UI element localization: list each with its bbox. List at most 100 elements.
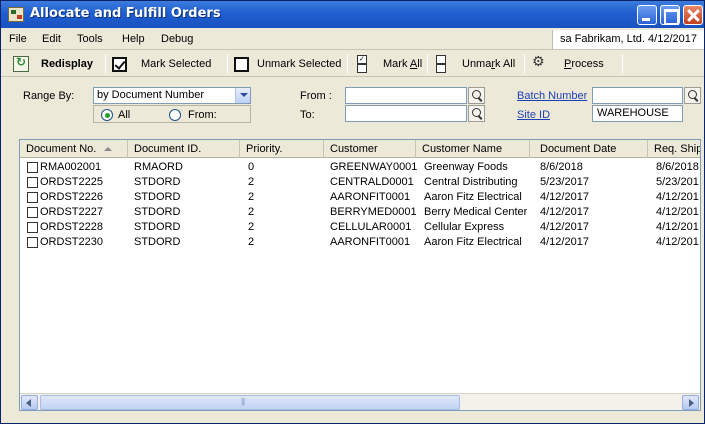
unmark-all-button[interactable]: Unmark All: [436, 55, 515, 73]
col-customer[interactable]: Customer: [324, 140, 416, 158]
table-cell: 4/12/2017: [540, 191, 589, 203]
table-row[interactable]: RMA002001 RMAORD 0 GREENWAY0001 Greenway Foo…: [20, 160, 700, 175]
scroll-thumb[interactable]: [40, 395, 460, 410]
table-cell: 4/12/2017: [540, 221, 589, 233]
from-radio[interactable]: [169, 109, 181, 121]
to-input[interactable]: [345, 105, 467, 122]
unmark-all-label: Unmark All: [462, 58, 516, 70]
col-document-id[interactable]: Document ID.: [128, 140, 240, 158]
table-row[interactable]: ORDST2226 STDORD 2 AARONFIT0001 Aaron Fitz E…: [20, 190, 700, 205]
table-cell: Aaron Fitz Electrical: [424, 191, 522, 203]
table-row[interactable]: ORDST2225 STDORD 2 CENTRALD0001 Central Dist…: [20, 175, 700, 190]
table-cell: 0: [248, 161, 255, 173]
menu-file[interactable]: File: [9, 33, 27, 45]
scroll-left-icon[interactable]: [21, 395, 38, 410]
row-checkbox[interactable]: [27, 192, 38, 203]
table-cell: ORDST2226: [40, 191, 103, 203]
unmark-selected-button[interactable]: Unmark Selected: [234, 55, 341, 73]
range-by-dropdown[interactable]: by Document Number: [93, 87, 251, 104]
window-title: Allocate and Fulfill Orders: [30, 6, 221, 21]
table-cell: 4/12/201: [656, 206, 699, 218]
menu-debug[interactable]: Debug: [161, 33, 193, 45]
toolbar-separator: [227, 54, 228, 74]
table-cell: Berry Medical Center: [424, 206, 528, 218]
table-cell: GREENWAY0001: [330, 161, 418, 173]
table-row[interactable]: ORDST2228 STDORD 2 CELLULAR0001 Cellular Exp…: [20, 220, 700, 235]
table-cell: STDORD: [134, 206, 181, 218]
unmark-all-icon: [436, 55, 446, 73]
row-checkbox[interactable]: [27, 222, 38, 233]
mark-selected-button[interactable]: Mark Selected: [112, 55, 211, 73]
col-document-no[interactable]: Document No.: [20, 140, 128, 158]
minimize-button[interactable]: [637, 5, 657, 25]
grid-header: Document No. Document ID. Priority. Cust…: [20, 140, 700, 158]
table-cell: STDORD: [134, 191, 181, 203]
range-radio-group: All From:: [93, 105, 251, 123]
process-gears-icon: [532, 53, 548, 72]
toolbar: Redisplay Mark Selected Unmark Selected …: [1, 51, 704, 77]
redisplay-label: Redisplay: [41, 58, 93, 70]
batch-number-link[interactable]: Batch Number: [517, 90, 587, 102]
redisplay-icon: [13, 55, 29, 72]
table-cell: 2: [248, 221, 255, 233]
maximize-button[interactable]: [660, 5, 680, 25]
process-label: Process: [564, 58, 604, 70]
row-checkbox[interactable]: [27, 207, 38, 218]
scroll-right-icon[interactable]: [682, 395, 699, 410]
dropdown-arrow-icon[interactable]: [235, 88, 250, 103]
toolbar-separator: [347, 54, 348, 74]
table-cell: ORDST2227: [40, 206, 103, 218]
table-row[interactable]: ORDST2230 STDORD 2 AARONFIT0001 Aaron Fitz E…: [20, 235, 700, 250]
orders-grid: Document No. Document ID. Priority. Cust…: [19, 139, 701, 411]
table-cell: 4/12/2017: [540, 206, 589, 218]
from-field-label: From :: [300, 90, 332, 102]
table-cell: CELLULAR0001: [330, 221, 412, 233]
from-input[interactable]: [345, 87, 467, 104]
horizontal-scrollbar[interactable]: [20, 393, 700, 410]
from-lookup-icon[interactable]: [468, 87, 485, 104]
title-bar[interactable]: Allocate and Fulfill Orders: [1, 1, 704, 28]
unmark-selected-label: Unmark Selected: [257, 58, 342, 70]
toolbar-separator: [622, 54, 623, 74]
table-cell: ORDST2228: [40, 221, 103, 233]
row-checkbox[interactable]: [27, 162, 38, 173]
close-button[interactable]: [683, 5, 703, 25]
toolbar-separator: [105, 54, 106, 74]
table-cell: Aaron Fitz Electrical: [424, 236, 522, 248]
table-cell: 2: [248, 176, 255, 188]
batch-number-input[interactable]: [592, 87, 683, 104]
redisplay-button[interactable]: Redisplay: [13, 55, 93, 73]
menu-edit[interactable]: Edit: [42, 33, 61, 45]
table-cell: AARONFIT0001: [330, 236, 411, 248]
col-priority[interactable]: Priority.: [240, 140, 324, 158]
site-id-input[interactable]: WAREHOUSE: [592, 105, 683, 122]
table-cell: Greenway Foods: [424, 161, 508, 173]
col-customer-name[interactable]: Customer Name: [416, 140, 530, 158]
col-document-date[interactable]: Document Date: [530, 140, 648, 158]
from-radio-label: From:: [188, 109, 217, 121]
table-row[interactable]: ORDST2227 STDORD 2 BERRYMED0001 Berry Medica…: [20, 205, 700, 220]
table-cell: 4/12/201: [656, 236, 699, 248]
table-cell: 2: [248, 206, 255, 218]
range-by-label: Range By:: [23, 90, 75, 102]
process-button[interactable]: Process: [532, 53, 604, 73]
menu-tools[interactable]: Tools: [77, 33, 103, 45]
table-cell: RMAORD: [134, 161, 183, 173]
table-cell: ORDST2230: [40, 236, 103, 248]
row-checkbox[interactable]: [27, 237, 38, 248]
all-radio[interactable]: [101, 109, 113, 121]
row-checkbox[interactable]: [27, 177, 38, 188]
menu-bar: File Edit Tools Help Debug sa Fabrikam, …: [1, 28, 704, 50]
table-cell: STDORD: [134, 236, 181, 248]
to-lookup-icon[interactable]: [468, 105, 485, 122]
table-cell: ORDST2225: [40, 176, 103, 188]
menu-help[interactable]: Help: [122, 33, 145, 45]
table-cell: 5/23/201: [656, 176, 699, 188]
all-radio-label: All: [118, 109, 131, 121]
batch-lookup-icon[interactable]: [684, 87, 701, 104]
site-id-link[interactable]: Site ID: [517, 109, 550, 121]
table-cell: Cellular Express: [424, 221, 505, 233]
col-req-ship[interactable]: Req. Ship: [648, 140, 700, 158]
table-cell: 4/12/2017: [540, 236, 589, 248]
mark-all-button[interactable]: ✓ Mark All: [357, 55, 422, 73]
